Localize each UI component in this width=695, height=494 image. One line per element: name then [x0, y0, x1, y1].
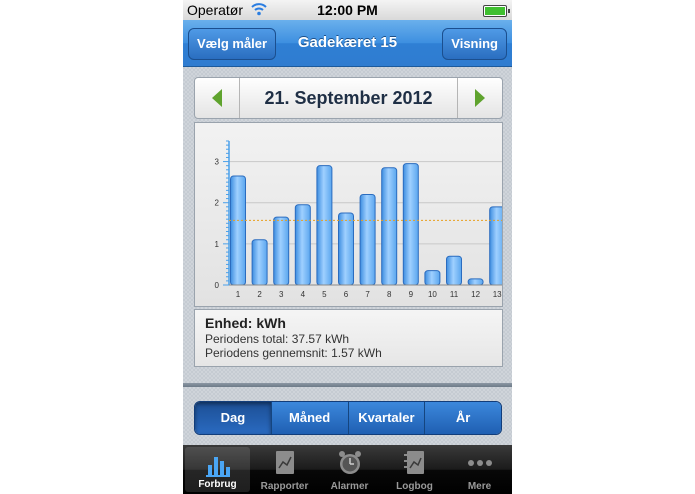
x-tick-label: 11 [450, 290, 459, 299]
bar [402, 163, 419, 286]
bar [294, 204, 311, 286]
period-summary: Enhed: kWh Periodens total: 37.57 kWh Pe… [194, 309, 503, 367]
arrow-left-icon [212, 89, 222, 107]
x-tick-label: 9 [409, 290, 414, 299]
segment-year[interactable]: År [425, 402, 501, 434]
status-bar: Operatør 12:00 PM [183, 0, 512, 20]
date-selector: 21. September 2012 [194, 77, 503, 119]
x-tick-label: 2 [257, 290, 262, 299]
y-tick-label: 0 [215, 281, 220, 290]
tab-label: Alarmer [330, 481, 369, 492]
current-date: 21. September 2012 [264, 88, 433, 108]
bar [489, 206, 506, 286]
period-segmented-control: Dag Måned Kvartaler År [194, 401, 502, 435]
report-icon [275, 451, 294, 474]
tab-label: Mere [467, 481, 492, 492]
previous-date-button[interactable] [195, 78, 240, 118]
bar [316, 165, 333, 286]
tab-rapporter[interactable]: Rapporter [252, 445, 317, 494]
tab-forbrug[interactable]: Forbrug [185, 447, 250, 492]
bar [467, 278, 484, 286]
view-button[interactable]: Visning [442, 28, 507, 60]
x-tick-label: 6 [344, 290, 349, 299]
x-tick-label: 5 [322, 290, 327, 299]
x-tick-label: 8 [387, 290, 392, 299]
phone-screen: Operatør 12:00 PM Vælg måler Gadekæret 1… [183, 0, 512, 494]
bar [251, 239, 268, 286]
consumption-chart-panel: 0 1 2 3 1 2 3 4 5 6 7 8 9 10 11 12 13 [194, 122, 506, 307]
bar [230, 175, 246, 286]
tab-mere[interactable]: Mere [447, 445, 512, 494]
alarm-clock-icon [338, 451, 361, 474]
clock: 12:00 PM [317, 2, 378, 18]
bar [424, 270, 441, 286]
x-tick-label: 4 [301, 290, 306, 299]
segment-day[interactable]: Dag [195, 402, 272, 434]
bar-chart-icon [205, 457, 230, 477]
tab-alarmer[interactable]: Alarmer [317, 445, 382, 494]
period-total: Periodens total: 37.57 kWh [205, 332, 350, 346]
tab-logbog[interactable]: Logbog [382, 445, 447, 494]
arrow-right-icon [475, 89, 485, 107]
x-tick-label: 3 [279, 290, 284, 299]
logbook-icon [403, 451, 424, 474]
more-icon [467, 460, 492, 466]
divider [183, 383, 512, 387]
tab-bar: Forbrug Rapporter Alarmer Logbog Mere [183, 445, 512, 494]
x-tick-label: 12 [471, 290, 480, 299]
bar [338, 212, 354, 286]
y-tick-label: 1 [215, 240, 220, 249]
segment-month[interactable]: Måned [271, 402, 349, 434]
x-tick-label: 10 [428, 290, 437, 299]
y-tick-label: 2 [215, 199, 220, 208]
battery-icon [483, 5, 510, 17]
bar [381, 167, 398, 286]
tab-label: Rapporter [260, 481, 309, 492]
tab-label: Logbog [396, 481, 433, 492]
tab-label: Forbrug [198, 479, 237, 490]
x-tick-label: 1 [236, 290, 241, 299]
x-tick-label: 13 [493, 290, 502, 299]
bar [359, 193, 376, 286]
navigation-bar: Vælg måler Gadekæret 15 Visning [183, 20, 512, 67]
next-date-button[interactable] [457, 78, 502, 118]
period-average: Periodens gennemsnit: 1.57 kWh [205, 346, 382, 360]
consumption-bar-chart: 01231 2 3 4 5 6 7 8 9 10 11 12 13 [215, 140, 506, 299]
main-content: 21. September 2012 0 1 2 3 1 2 3 4 5 6 7 8 9 10 11 12 13… [183, 67, 512, 445]
x-tick-label: 7 [365, 290, 370, 299]
unit-label: Enhed: kWh [205, 315, 286, 331]
bar [273, 216, 290, 286]
bar [446, 255, 462, 286]
y-tick-label: 3 [215, 158, 220, 167]
segment-quarters[interactable]: Kvartaler [348, 402, 426, 434]
